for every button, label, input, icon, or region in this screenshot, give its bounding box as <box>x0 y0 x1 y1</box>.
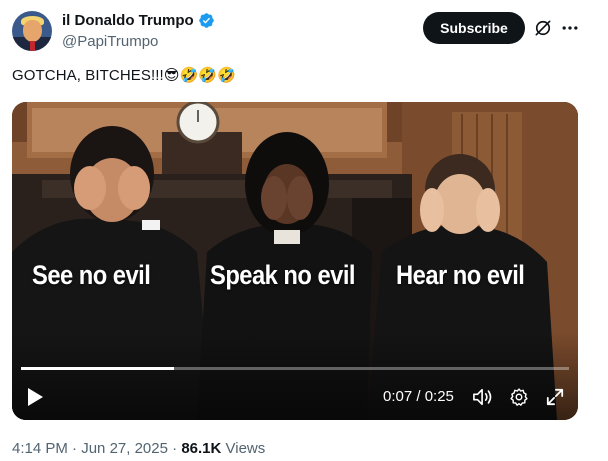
video-player[interactable]: See no evil Speak no evil Hear no evil 0… <box>12 102 578 420</box>
views-label: Views <box>221 440 266 457</box>
verified-badge-icon <box>198 13 214 28</box>
post-time[interactable]: 4:14 PM <box>12 440 68 457</box>
more-options-icon[interactable] <box>559 18 581 38</box>
post-metadata: 4:14 PM · Jun 27, 2025 · 86.1K Views <box>12 440 265 457</box>
play-icon[interactable] <box>26 387 44 407</box>
author-name-row[interactable]: il Donaldo Trumpo <box>62 12 215 29</box>
video-caption-see: See no evil <box>32 260 151 290</box>
author-avatar[interactable] <box>12 11 52 51</box>
video-caption-hear: Hear no evil <box>396 260 525 290</box>
views-count: 86.1K <box>181 440 222 457</box>
author-handle[interactable]: @PapiTrumpo <box>62 33 158 50</box>
video-time-display: 0:07 / 0:25 <box>383 388 454 405</box>
meta-separator: · <box>67 440 82 457</box>
video-caption-speak: Speak no evil <box>210 260 356 290</box>
fullscreen-icon[interactable] <box>546 388 564 406</box>
subscribe-button[interactable]: Subscribe <box>423 12 525 44</box>
video-progress-bar[interactable] <box>21 367 569 370</box>
author-display-name[interactable]: il Donaldo Trumpo <box>62 12 194 29</box>
post-date[interactable]: Jun 27, 2025 <box>81 440 168 457</box>
settings-icon[interactable] <box>509 387 529 407</box>
grok-icon[interactable] <box>533 18 553 38</box>
tweet-post: il Donaldo Trumpo @PapiTrumpo Subscribe … <box>0 0 608 461</box>
volume-icon[interactable] <box>472 387 494 407</box>
tweet-text: GOTCHA, BITCHES!!!😎🤣🤣🤣 <box>12 67 236 84</box>
video-progress-fill <box>21 367 175 370</box>
meta-separator: · <box>167 440 182 457</box>
